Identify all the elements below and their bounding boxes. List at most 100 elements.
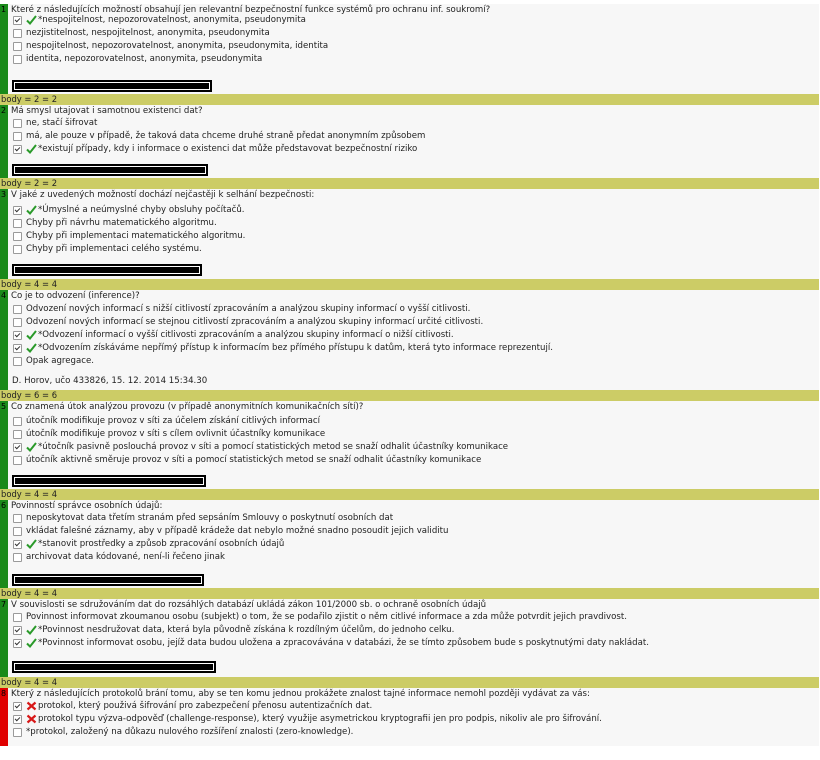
answer-label: Odvození nových informací s nižší citliv… bbox=[26, 304, 471, 314]
checkbox-checked[interactable] bbox=[13, 442, 22, 452]
question-text: Povinností správce osobních údajů: bbox=[11, 501, 163, 511]
answer-option: útočník aktivně směruje provoz v síti a … bbox=[13, 454, 481, 466]
result-status-bar bbox=[0, 599, 8, 677]
answer-option: protokol, který použivá šifrování pro za… bbox=[13, 700, 372, 712]
result-status-bar bbox=[0, 500, 8, 588]
checkbox-unchecked[interactable] bbox=[13, 28, 22, 38]
answer-label: Chyby při návrhu matematického algoritmu… bbox=[26, 218, 217, 228]
wrong-cross-icon bbox=[26, 714, 37, 724]
checkbox-checked[interactable] bbox=[13, 701, 22, 711]
answer-option: *útočník pasivně poslouchá provoz v síti… bbox=[13, 441, 508, 453]
correct-check-icon bbox=[26, 15, 37, 25]
result-status-bar bbox=[0, 4, 8, 94]
answer-option: *Odvozením získáváme nepřímý přístup k i… bbox=[13, 342, 553, 354]
checkbox-unchecked[interactable] bbox=[13, 612, 22, 622]
checkbox-checked[interactable] bbox=[13, 205, 22, 215]
checkbox-unchecked[interactable] bbox=[13, 244, 22, 254]
correct-check-icon bbox=[26, 638, 37, 648]
answer-option: má, ale pouze v případě, že taková data … bbox=[13, 130, 425, 142]
correct-check-icon bbox=[26, 625, 37, 635]
correct-check-icon bbox=[26, 330, 37, 340]
checkbox-unchecked[interactable] bbox=[13, 231, 22, 241]
redacted-author-line bbox=[12, 574, 204, 586]
checkbox-checked[interactable] bbox=[13, 638, 22, 648]
checkbox-unchecked[interactable] bbox=[13, 526, 22, 536]
checkbox-checked[interactable] bbox=[13, 625, 22, 635]
answer-label: neposkytovat data třetím stranám před se… bbox=[26, 513, 394, 523]
checkbox-unchecked[interactable] bbox=[13, 317, 22, 327]
answer-option: archivovat data kódované, není-li řečeno… bbox=[13, 551, 225, 563]
checkbox-unchecked[interactable] bbox=[13, 41, 22, 51]
question-number: 5 bbox=[1, 402, 7, 411]
answer-label: archivovat data kódované, není-li řečeno… bbox=[26, 552, 225, 562]
answer-label: útočník modifikuje provoz v síti za účel… bbox=[26, 416, 320, 426]
checkbox-unchecked[interactable] bbox=[13, 218, 22, 228]
correct-check-icon bbox=[26, 539, 37, 549]
checkbox-unchecked[interactable] bbox=[13, 455, 22, 465]
answer-label: má, ale pouze v případě, že taková data … bbox=[26, 131, 426, 141]
score-bar: body = 2 = 2 bbox=[0, 94, 819, 105]
checkbox-checked[interactable] bbox=[13, 714, 22, 724]
answer-option: *existují případy, kdy i informace o exi… bbox=[13, 143, 417, 155]
answer-option: *Povinnost nesdružovat data, která byla … bbox=[13, 624, 454, 636]
answer-option: Chyby při implementaci matematického alg… bbox=[13, 230, 245, 242]
answer-label: Povinnost informovat zkoumanou osobu (su… bbox=[26, 612, 627, 622]
answer-label: *existují případy, kdy i informace o exi… bbox=[38, 144, 418, 154]
answer-option: *Povinnost informovat osobu, jejíž data … bbox=[13, 637, 649, 649]
answer-label: *protokol, založený na důkazu nulového r… bbox=[26, 727, 354, 737]
checkbox-checked[interactable] bbox=[13, 15, 22, 25]
correct-check-icon bbox=[26, 343, 37, 353]
question-number: 8 bbox=[1, 689, 7, 698]
answer-label: Chyby při implementaci matematického alg… bbox=[26, 231, 246, 241]
question-number: 3 bbox=[1, 190, 7, 199]
checkbox-unchecked[interactable] bbox=[13, 416, 22, 426]
question-block: 4 Co je to odvození (inference)? Odvození … bbox=[0, 290, 819, 390]
correct-check-icon bbox=[26, 442, 37, 452]
answer-label: *Povinnost informovat osobu, jejíž data … bbox=[38, 638, 649, 648]
checkbox-checked[interactable] bbox=[13, 144, 22, 154]
checkbox-unchecked[interactable] bbox=[13, 513, 22, 523]
answer-label: *nespojitelnost, nepozorovatelnost, anon… bbox=[38, 15, 306, 25]
question-block: 8 Který z následujících protokolů brání t… bbox=[0, 688, 819, 746]
redacted-author-line bbox=[12, 164, 208, 176]
checkbox-checked[interactable] bbox=[13, 330, 22, 340]
question-text: V jaké z uvedených možností dochází nejč… bbox=[11, 190, 315, 200]
answer-option: ne, stačí šifrovat bbox=[13, 117, 97, 129]
result-status-bar bbox=[0, 401, 8, 489]
question-text: Co znamená útok analýzou provozu (v příp… bbox=[11, 402, 364, 412]
question-number: 7 bbox=[1, 600, 7, 609]
checkbox-checked[interactable] bbox=[13, 539, 22, 549]
correct-check-icon bbox=[26, 205, 37, 215]
answer-label: identita, nepozorovatelnost, anonymita, … bbox=[26, 54, 263, 64]
checkbox-unchecked[interactable] bbox=[13, 727, 22, 737]
checkbox-unchecked[interactable] bbox=[13, 131, 22, 141]
question-block: 6 Povinností správce osobních údajů: nepos… bbox=[0, 500, 819, 588]
answer-option: Odvození nových informací se stejnou cit… bbox=[13, 316, 483, 328]
checkbox-unchecked[interactable] bbox=[13, 118, 22, 128]
answer-label: *Odvozením získáváme nepřímý přístup k i… bbox=[38, 343, 554, 353]
answer-label: protokol, který použivá šifrování pro za… bbox=[38, 701, 373, 711]
checkbox-unchecked[interactable] bbox=[13, 356, 22, 366]
answer-option: *nespojitelnost, nepozorovatelnost, anon… bbox=[13, 14, 306, 26]
answer-label: nespojitelnost, nepozorovatelnost, anony… bbox=[26, 41, 329, 51]
checkbox-unchecked[interactable] bbox=[13, 552, 22, 562]
answer-author-line: D. Horov, učo 433826, 15. 12. 2014 15:34… bbox=[12, 376, 208, 386]
answer-option: útočník modifikuje provoz v síti za účel… bbox=[13, 415, 320, 427]
checkbox-checked[interactable] bbox=[13, 343, 22, 353]
answer-option: Chyby při návrhu matematického algoritmu… bbox=[13, 217, 217, 229]
correct-check-icon bbox=[26, 144, 37, 154]
answer-option: *protokol, založený na důkazu nulového r… bbox=[13, 726, 353, 738]
result-status-bar bbox=[0, 189, 8, 279]
question-block: 2 Má smysl utajovat i samotnou existenci … bbox=[0, 105, 819, 178]
checkbox-unchecked[interactable] bbox=[13, 54, 22, 64]
answer-label: vkládat falešné záznamy, aby v případě k… bbox=[26, 526, 449, 536]
checkbox-unchecked[interactable] bbox=[13, 304, 22, 314]
answer-option: identita, nepozorovatelnost, anonymita, … bbox=[13, 53, 262, 65]
answer-option: *stanovit prostředky a způsob zpracování… bbox=[13, 538, 284, 550]
score-bar: body = 4 = 4 bbox=[0, 279, 819, 290]
answer-option: neposkytovat data třetím stranám před se… bbox=[13, 512, 393, 524]
redacted-author-line bbox=[12, 661, 216, 673]
checkbox-unchecked[interactable] bbox=[13, 429, 22, 439]
result-status-bar bbox=[0, 290, 8, 390]
score-bar: body = 2 = 2 bbox=[0, 178, 819, 189]
